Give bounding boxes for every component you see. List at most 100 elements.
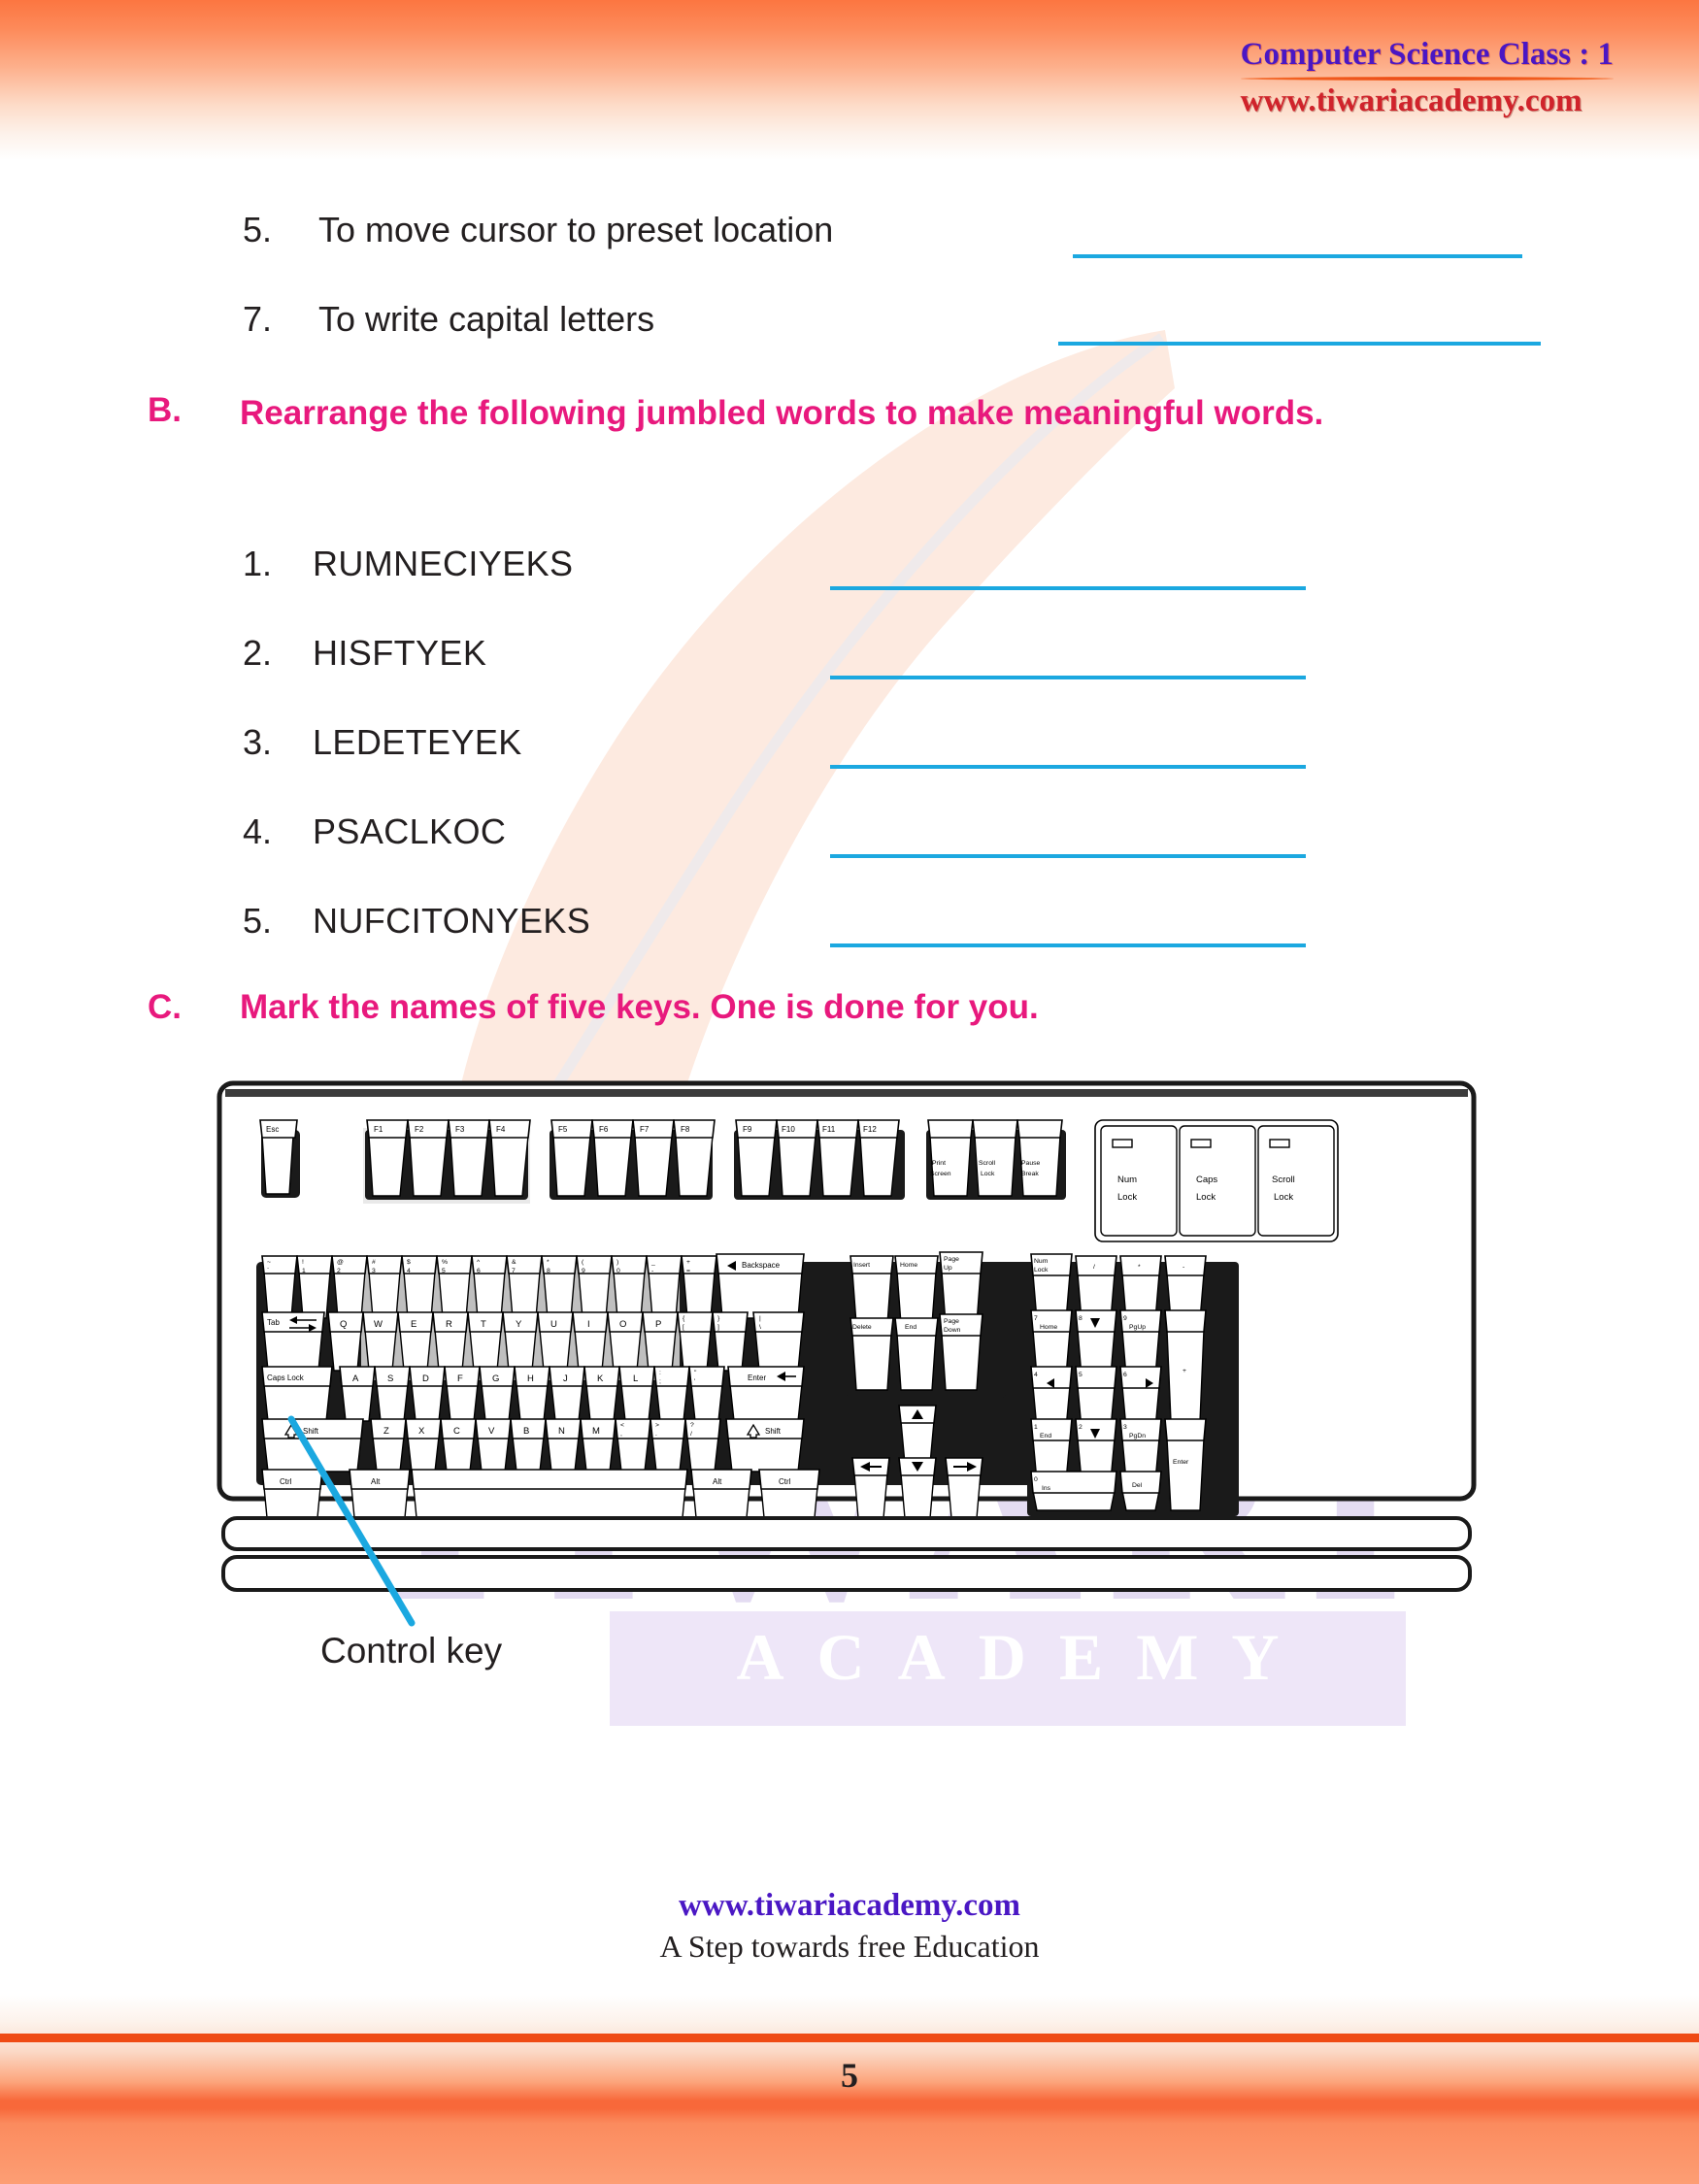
key-quote[interactable]: "' bbox=[688, 1366, 725, 1422]
key-end[interactable]: End bbox=[894, 1317, 939, 1391]
key-pause-break[interactable]: Pause Break bbox=[1016, 1119, 1063, 1197]
key-f[interactable]: F bbox=[444, 1366, 481, 1422]
answer-line[interactable] bbox=[1058, 342, 1541, 346]
key-f11[interactable]: F11 bbox=[816, 1119, 859, 1197]
key-shift-right[interactable]: Shift bbox=[725, 1418, 805, 1473]
key-l[interactable]: L bbox=[618, 1366, 655, 1422]
key-page-down[interactable]: Page Down bbox=[939, 1313, 983, 1391]
key-f1[interactable]: F1 bbox=[366, 1119, 409, 1197]
key-arrow-left[interactable] bbox=[851, 1457, 890, 1519]
key-2[interactable]: @2 bbox=[331, 1255, 368, 1319]
answer-line[interactable] bbox=[1073, 254, 1522, 258]
key-1[interactable]: !1 bbox=[296, 1255, 333, 1319]
key-f5[interactable]: F5 bbox=[550, 1119, 593, 1197]
key-backslash[interactable]: |\ bbox=[752, 1311, 805, 1372]
svg-text:F: F bbox=[457, 1373, 463, 1384]
key-minus[interactable]: _- bbox=[646, 1255, 683, 1319]
key-v[interactable]: V bbox=[475, 1418, 512, 1473]
key-bracket-left[interactable]: {[ bbox=[677, 1311, 714, 1372]
key-n[interactable]: N bbox=[545, 1418, 582, 1473]
key-numpad-del[interactable]: Del bbox=[1119, 1471, 1162, 1511]
key-5[interactable]: %5 bbox=[436, 1255, 473, 1319]
answer-line[interactable] bbox=[830, 943, 1306, 947]
key-z[interactable]: Z bbox=[370, 1418, 407, 1473]
key-9[interactable]: (9 bbox=[576, 1255, 613, 1319]
key-tab[interactable]: Tab bbox=[261, 1311, 325, 1372]
key-enter[interactable]: Enter bbox=[727, 1366, 805, 1422]
answer-line[interactable] bbox=[830, 854, 1306, 858]
key-slash[interactable]: ?/ bbox=[684, 1418, 721, 1473]
key-arrow-right[interactable] bbox=[945, 1457, 983, 1519]
key-arrow-up[interactable] bbox=[898, 1405, 937, 1465]
key-backtick[interactable]: ~` bbox=[261, 1255, 298, 1319]
key-numpad-0[interactable]: 0 Ins bbox=[1030, 1471, 1117, 1511]
key-f7[interactable]: F7 bbox=[632, 1119, 675, 1197]
key-4[interactable]: $4 bbox=[401, 1255, 438, 1319]
key-u[interactable]: U bbox=[537, 1311, 574, 1372]
key-insert[interactable]: Insert bbox=[850, 1255, 894, 1325]
key-arrow-down[interactable] bbox=[898, 1457, 937, 1519]
key-s[interactable]: S bbox=[374, 1366, 411, 1422]
key-delete[interactable]: Delete bbox=[850, 1317, 894, 1391]
key-f2[interactable]: F2 bbox=[407, 1119, 450, 1197]
key-m[interactable]: M bbox=[580, 1418, 616, 1473]
answer-line[interactable] bbox=[830, 765, 1306, 769]
svg-text:0: 0 bbox=[616, 1268, 620, 1274]
key-e[interactable]: E bbox=[397, 1311, 434, 1372]
svg-text:5: 5 bbox=[442, 1268, 446, 1274]
answer-line[interactable] bbox=[830, 676, 1306, 679]
key-f3[interactable]: F3 bbox=[448, 1119, 490, 1197]
key-t[interactable]: T bbox=[467, 1311, 504, 1372]
key-3[interactable]: #3 bbox=[366, 1255, 403, 1319]
key-esc[interactable]: Esc bbox=[259, 1119, 300, 1198]
svg-text:3: 3 bbox=[1123, 1424, 1127, 1431]
key-w[interactable]: W bbox=[362, 1311, 399, 1372]
key-period[interactable]: >. bbox=[650, 1418, 686, 1473]
key-backspace[interactable]: Backspace bbox=[716, 1253, 805, 1319]
key-numpad-plus[interactable]: + bbox=[1164, 1309, 1207, 1422]
key-y[interactable]: Y bbox=[502, 1311, 539, 1372]
key-i[interactable]: I bbox=[572, 1311, 609, 1372]
key-o[interactable]: O bbox=[607, 1311, 644, 1372]
key-c[interactable]: C bbox=[440, 1418, 477, 1473]
key-a[interactable]: A bbox=[339, 1366, 376, 1422]
key-0[interactable]: )0 bbox=[611, 1255, 648, 1319]
key-caps-lock[interactable]: Caps Lock bbox=[261, 1366, 333, 1422]
key-f10[interactable]: F10 bbox=[776, 1119, 818, 1197]
keyboard-palm-rest bbox=[221, 1516, 1472, 1592]
key-f4[interactable]: F4 bbox=[488, 1119, 531, 1197]
key-page-up[interactable]: Page Up bbox=[939, 1251, 983, 1325]
key-f9[interactable]: F9 bbox=[735, 1119, 778, 1197]
key-x[interactable]: X bbox=[405, 1418, 442, 1473]
answer-line[interactable] bbox=[830, 586, 1306, 590]
key-h[interactable]: H bbox=[514, 1366, 550, 1422]
key-f12[interactable]: F12 bbox=[857, 1119, 900, 1197]
key-semicolon[interactable]: :; bbox=[653, 1366, 690, 1422]
key-comma[interactable]: <, bbox=[615, 1418, 651, 1473]
key-print-screen[interactable]: Print Screen bbox=[927, 1119, 974, 1197]
key-b[interactable]: B bbox=[510, 1418, 547, 1473]
key-r[interactable]: R bbox=[432, 1311, 469, 1372]
key-8[interactable]: *8 bbox=[541, 1255, 578, 1319]
svg-text:Y: Y bbox=[516, 1319, 522, 1330]
svg-text:Lock: Lock bbox=[1034, 1267, 1049, 1274]
key-shift-left[interactable]: Shift bbox=[261, 1418, 364, 1473]
key-k[interactable]: K bbox=[583, 1366, 620, 1422]
key-equals[interactable]: += bbox=[681, 1255, 717, 1319]
key-q[interactable]: Q bbox=[327, 1311, 364, 1372]
key-j[interactable]: J bbox=[549, 1366, 585, 1422]
key-f8[interactable]: F8 bbox=[673, 1119, 716, 1197]
key-bracket-right[interactable]: }] bbox=[712, 1311, 749, 1372]
key-scroll-lock[interactable]: Scroll Lock bbox=[972, 1119, 1018, 1197]
svg-text:/: / bbox=[1093, 1264, 1095, 1271]
key-numpad-enter[interactable]: Enter bbox=[1164, 1418, 1207, 1511]
key-6[interactable]: ^6 bbox=[471, 1255, 508, 1319]
key-p[interactable]: P bbox=[642, 1311, 679, 1372]
key-7[interactable]: &7 bbox=[506, 1255, 543, 1319]
qwerty-row: Tab Q W E R T Y U I O P {[ }] |\ bbox=[261, 1311, 805, 1372]
key-home[interactable]: Home bbox=[894, 1255, 939, 1325]
key-g[interactable]: G bbox=[479, 1366, 516, 1422]
svg-text:Caps: Caps bbox=[1196, 1175, 1217, 1185]
key-d[interactable]: D bbox=[409, 1366, 446, 1422]
key-f6[interactable]: F6 bbox=[591, 1119, 634, 1197]
